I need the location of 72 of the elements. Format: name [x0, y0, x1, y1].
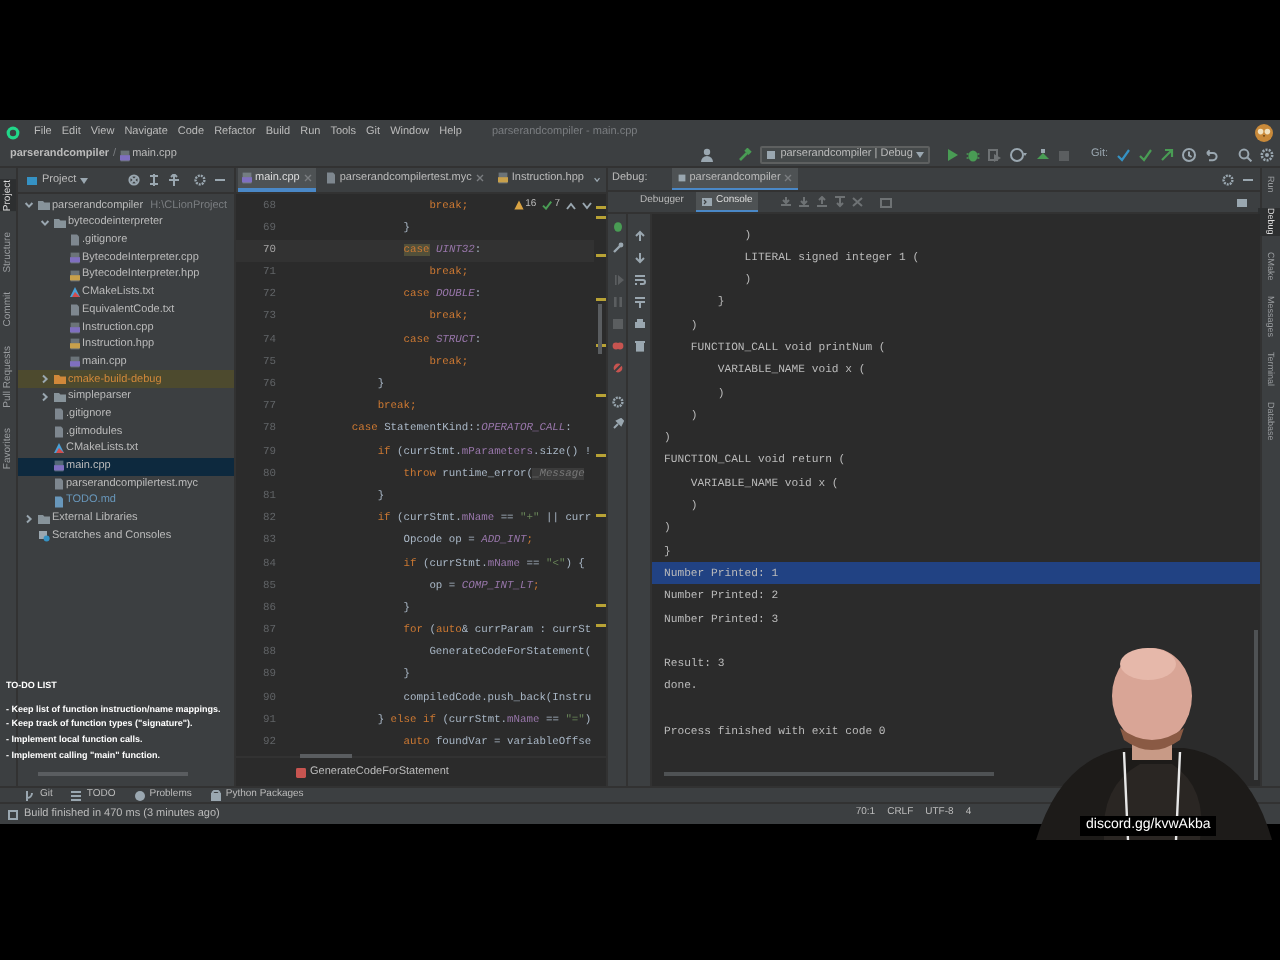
caret-icon [916, 152, 925, 158]
close-icon [784, 174, 793, 182]
mute-breakpoints-icon[interactable] [611, 362, 623, 374]
scrollbar[interactable] [664, 772, 994, 776]
packages-icon [209, 789, 222, 801]
caret-icon [80, 177, 89, 183]
print-icon[interactable] [633, 318, 645, 330]
step-over-icon[interactable] [780, 196, 793, 208]
locate-icon[interactable] [128, 174, 140, 186]
scrollbar[interactable] [300, 754, 352, 758]
file-icon [120, 149, 131, 161]
update-icon[interactable] [1116, 148, 1130, 162]
bug-icon[interactable] [611, 220, 623, 232]
layout-icon[interactable] [1236, 197, 1248, 207]
check-icon [542, 200, 553, 211]
minimize-icon[interactable] [214, 174, 226, 186]
breakpoints-icon[interactable] [611, 340, 623, 352]
todo-icon [70, 789, 83, 801]
triangle-icon [53, 442, 63, 455]
settings-icon[interactable] [1222, 173, 1234, 185]
build-icon[interactable] [1036, 148, 1051, 162]
table-icon[interactable] [880, 197, 893, 207]
file-icon [326, 172, 337, 184]
down-icon[interactable] [582, 201, 592, 210]
hammer-icon[interactable] [738, 148, 753, 162]
problems-icon [133, 789, 146, 801]
panel-toggle-icon[interactable] [8, 809, 18, 819]
run-icon[interactable] [946, 148, 959, 162]
force-step-icon[interactable] [834, 196, 847, 208]
wrench-icon[interactable] [611, 242, 623, 254]
scratches-icon [37, 529, 49, 542]
app-logo-icon [6, 125, 20, 139]
caret-icon[interactable] [593, 176, 600, 184]
scrollbar[interactable] [1254, 630, 1258, 780]
profiler-icon[interactable] [1010, 148, 1029, 162]
file-icon [498, 172, 509, 184]
config-icon [677, 174, 686, 182]
warning-icon [513, 200, 524, 211]
config-icon [766, 150, 777, 160]
history-icon[interactable] [1182, 148, 1196, 162]
undo-icon[interactable] [1204, 148, 1218, 162]
person-icon[interactable] [700, 148, 715, 162]
settings-icon[interactable] [611, 396, 623, 408]
commit-icon[interactable] [1138, 148, 1152, 162]
bug-icon[interactable] [966, 148, 981, 162]
scroll-end-icon[interactable] [633, 296, 645, 308]
settings-icon[interactable] [194, 174, 206, 186]
expand-all-icon[interactable] [148, 174, 160, 186]
up-icon[interactable] [566, 201, 576, 210]
close-icon[interactable] [476, 174, 485, 182]
step-into-icon[interactable] [798, 196, 811, 208]
up-icon[interactable] [633, 230, 645, 242]
wrap-icon[interactable] [633, 274, 645, 286]
push-icon[interactable] [1160, 148, 1174, 162]
down-icon[interactable] [633, 252, 645, 264]
pin-icon[interactable] [611, 418, 623, 430]
file-icon [242, 172, 252, 184]
search-icon[interactable] [1238, 148, 1252, 162]
coverage-icon[interactable] [988, 148, 1003, 162]
settings-icon[interactable] [1260, 148, 1274, 162]
step-out-icon[interactable] [816, 196, 829, 208]
triangle-icon [69, 286, 79, 299]
chevron-icon[interactable] [24, 513, 34, 524]
minimize-icon[interactable] [1242, 173, 1254, 185]
function-icon [296, 767, 306, 777]
git-icon [24, 789, 36, 801]
folder-icon [37, 513, 49, 524]
panel-icon [26, 175, 38, 185]
trash-icon[interactable] [633, 340, 645, 352]
owl-icon [1254, 122, 1274, 142]
console-icon [701, 197, 712, 205]
collapse-all-icon[interactable] [168, 174, 180, 186]
